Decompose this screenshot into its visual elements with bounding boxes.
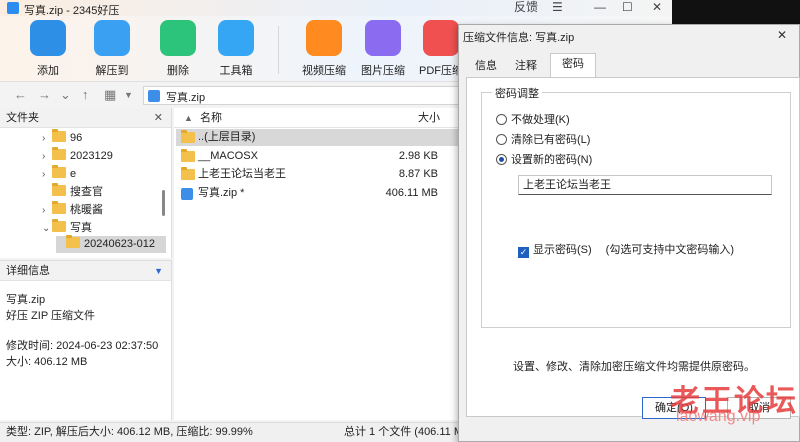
- delete-recycle-icon: [160, 20, 196, 56]
- video-compress-icon: [306, 20, 342, 56]
- desktop-background: [672, 0, 800, 24]
- radio-set-new-password[interactable]: 设置新的密码(N): [496, 151, 592, 167]
- tab-info[interactable]: 信息: [468, 55, 504, 77]
- folder-icon: [52, 201, 66, 214]
- tree-item[interactable]: › 96: [42, 129, 82, 147]
- pdf-compress-icon: [423, 20, 459, 56]
- add-archive-icon: [30, 20, 66, 56]
- add-button[interactable]: 添加: [20, 20, 76, 80]
- folder-panel-header: 文件夹 ✕: [0, 108, 171, 128]
- detail-size: 大小: 406.12 MB: [6, 356, 88, 368]
- feedback-link[interactable]: 反馈: [514, 0, 538, 16]
- back-arrow-icon[interactable]: ←: [14, 87, 27, 102]
- tab-password[interactable]: 密码: [550, 53, 596, 78]
- image-compress-button[interactable]: 图片压缩: [355, 20, 411, 80]
- file-list: ▲ 名称 大小 ..(上层目录) __MACOSX 2.98 KB 上老王论坛当…: [174, 108, 474, 420]
- view-mode-icon[interactable]: ▦: [104, 87, 116, 103]
- radio-circle: [496, 114, 507, 125]
- collapse-icon[interactable]: ▼: [154, 261, 163, 281]
- toolbox-button[interactable]: 工具箱: [208, 20, 264, 80]
- dialog-close-icon[interactable]: ✕: [777, 28, 787, 42]
- folder-icon: [52, 219, 66, 232]
- detail-file-name: 写真.zip: [6, 294, 46, 306]
- up-folder-icon[interactable]: ↑: [82, 87, 89, 102]
- checkbox-checked-icon: ✓: [518, 247, 529, 258]
- zip-file-icon: [181, 188, 193, 200]
- file-row[interactable]: __MACOSX 2.98 KB: [176, 148, 472, 165]
- delete-button[interactable]: 删除: [150, 20, 206, 80]
- column-name[interactable]: 名称: [200, 108, 222, 128]
- minimize-icon[interactable]: —: [594, 0, 606, 16]
- folder-tree-panel: 文件夹 ✕ › 96 › 2023129 › e 搜查官 › 桃暖酱 ⌄ 写真 20240…: [0, 108, 172, 258]
- file-row-parent[interactable]: ..(上层目录): [176, 129, 472, 146]
- history-dropdown-icon[interactable]: ⌄: [60, 87, 71, 103]
- folder-icon: [181, 167, 195, 180]
- sort-asc-icon: ▲: [184, 113, 193, 123]
- watermark-url: laowang.vip: [676, 408, 761, 425]
- address-bar: ← → ⌄ ↑ ▦ ▼ 写真.zip: [0, 84, 463, 106]
- title-bar: 写真.zip - 2345好压 反馈 ☰ — ☐ ✕: [0, 0, 672, 17]
- group-title: 密码调整: [492, 85, 542, 101]
- close-icon[interactable]: ✕: [652, 0, 662, 16]
- app-logo-icon: [7, 2, 19, 14]
- status-archive-info: 类型: ZIP, 解压后大小: 406.12 MB, 压缩比: 99.99%: [6, 426, 253, 438]
- password-tab-body: 密码调整 不做处理(K) 清除已有密码(L) 设置新的密码(N) 上老王论坛当老…: [466, 77, 800, 417]
- password-note: 设置、修改、清除加密压缩文件均需提供原密码。: [513, 361, 755, 373]
- file-row[interactable]: 上老王论坛当老王 8.87 KB: [176, 166, 472, 183]
- zip-file-icon: [148, 90, 160, 102]
- dialog-title: 压缩文件信息: 写真.zip: [463, 32, 575, 44]
- tab-comment[interactable]: 注释: [508, 55, 544, 77]
- file-list-header: ▲ 名称 大小: [174, 108, 474, 128]
- radio-circle: [496, 134, 507, 145]
- maximize-icon[interactable]: ☐: [622, 0, 633, 16]
- address-input[interactable]: 写真.zip: [143, 86, 463, 105]
- tree-item[interactable]: 搜查官: [42, 183, 103, 201]
- image-compress-icon: [365, 20, 401, 56]
- folder-icon: [52, 165, 66, 178]
- toolbox-icon: [218, 20, 254, 56]
- close-panel-icon[interactable]: ✕: [154, 108, 163, 128]
- extract-to-button[interactable]: 解压到: [84, 20, 140, 80]
- password-group: 密码调整 不做处理(K) 清除已有密码(L) 设置新的密码(N) 上老王论坛当老…: [481, 85, 791, 328]
- column-size[interactable]: 大小: [418, 108, 440, 128]
- radio-circle-checked: [496, 154, 507, 165]
- tree-item-selected[interactable]: 20240623-012: [56, 235, 166, 253]
- detail-info-panel: 详细信息 ▼ 写真.zip 好压 ZIP 压缩文件 修改时间: 2024-06-…: [0, 260, 172, 420]
- file-row[interactable]: 写真.zip * 406.11 MB: [176, 185, 472, 202]
- menu-icon[interactable]: ☰: [552, 0, 563, 16]
- tree-item[interactable]: › e: [42, 165, 76, 183]
- video-compress-button[interactable]: 视频压缩: [296, 20, 352, 80]
- ribbon-separator: [278, 26, 279, 74]
- folder-icon: [52, 129, 66, 142]
- forward-arrow-icon[interactable]: →: [38, 87, 51, 102]
- folder-icon: [66, 235, 80, 248]
- password-input[interactable]: 上老王论坛当老王: [518, 175, 772, 195]
- detail-modified-time: 修改时间: 2024-06-23 02:37:50: [6, 340, 159, 352]
- folder-icon: [52, 183, 66, 196]
- parent-folder-icon: [181, 130, 195, 143]
- radio-clear-password[interactable]: 清除已有密码(L): [496, 131, 590, 147]
- tree-scrollbar[interactable]: [162, 190, 165, 216]
- tree-item[interactable]: › 桃暖酱: [42, 201, 103, 219]
- detail-panel-header: 详细信息 ▼: [0, 261, 171, 281]
- extract-to-icon: [94, 20, 130, 56]
- view-dropdown-icon[interactable]: ▼: [124, 90, 133, 100]
- tree-item[interactable]: › 2023129: [42, 147, 113, 165]
- radio-no-change[interactable]: 不做处理(K): [496, 111, 570, 127]
- folder-icon: [52, 147, 66, 160]
- show-password-checkbox[interactable]: ✓ 显示密码(S) (勾选可支持中文密码输入): [518, 241, 734, 258]
- folder-icon: [181, 149, 195, 162]
- detail-file-type: 好压 ZIP 压缩文件: [6, 310, 96, 322]
